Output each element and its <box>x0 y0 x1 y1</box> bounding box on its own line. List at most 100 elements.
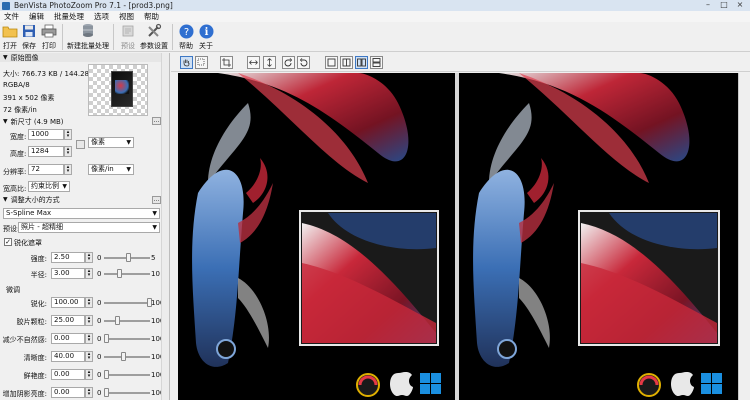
result-preview-pane[interactable] <box>459 73 738 400</box>
slider-value-input[interactable]: 40.00 <box>51 351 85 362</box>
slider-track[interactable] <box>104 320 150 322</box>
original-preview-pane[interactable] <box>178 73 455 400</box>
about-button[interactable]: i 关于 <box>196 22 216 52</box>
menu-batch[interactable]: 批量处理 <box>54 11 84 22</box>
unsharp-mask-label: 锐化遮罩 <box>14 239 42 247</box>
original-image-header[interactable]: ▼ 原始图像 <box>0 53 161 62</box>
crop-tool-button[interactable] <box>220 56 233 69</box>
slider-value-input[interactable]: 100.00 <box>51 297 85 308</box>
split-view-icon <box>342 58 351 67</box>
open-button[interactable]: 打开 <box>1 22 19 52</box>
rotate-left-button[interactable] <box>282 56 295 69</box>
resize-method-dropdown[interactable]: S-Spline Max ▼ <box>3 208 160 219</box>
slider-value-input[interactable]: 25.00 <box>51 315 85 326</box>
more-button[interactable]: ... <box>152 117 161 125</box>
hand-tool-button[interactable] <box>180 56 193 69</box>
slider-label: 清晰度: <box>23 354 47 362</box>
settings-button[interactable]: 参数设置 <box>139 22 169 52</box>
maximize-button[interactable]: □ <box>716 0 732 11</box>
print-button[interactable]: 打印 <box>39 22 59 52</box>
presets-button[interactable]: 预设 <box>117 22 139 52</box>
menu-edit[interactable]: 编辑 <box>29 11 44 22</box>
printer-icon <box>40 23 58 39</box>
slider-track[interactable] <box>104 356 150 358</box>
slider-thumb[interactable] <box>114 316 120 325</box>
help-button[interactable]: ? 帮助 <box>176 22 196 52</box>
help-icon: ? <box>177 23 195 39</box>
slider-thumb[interactable] <box>104 388 109 397</box>
new-batch-button[interactable]: 新建批量处理 <box>66 22 110 52</box>
width-input[interactable]: 1000 <box>28 129 64 140</box>
slider-spinner[interactable]: ▴ ▾ <box>85 297 93 308</box>
betta-fish-image <box>192 73 441 397</box>
more-button[interactable]: ... <box>152 196 161 204</box>
slider-value-input[interactable]: 2.50 <box>51 252 85 263</box>
title-bar: BenVista PhotoZoom Pro 7.1 - [prod3.png]… <box>0 0 750 11</box>
slider-min-label: 0 <box>97 353 102 361</box>
aspect-ratio-dropdown[interactable]: 约束比例 ▼ <box>28 181 70 192</box>
slider-track[interactable] <box>104 302 150 304</box>
resolution-input[interactable]: 72 <box>28 164 64 175</box>
slider-track[interactable] <box>104 392 150 394</box>
slider-min-label: 0 <box>97 389 102 397</box>
slider-spinner[interactable]: ▴ ▾ <box>85 268 93 279</box>
slider-value-input[interactable]: 0.00 <box>51 369 85 380</box>
new-size-header[interactable]: ▼ 新尺寸 (4.9 MB) <box>0 117 150 126</box>
slider-spinner[interactable]: ▴ ▾ <box>85 387 93 398</box>
resize-method-header[interactable]: ▼ 调整大小的方式 <box>0 195 150 204</box>
slider-spinner[interactable]: ▴ ▾ <box>85 315 93 326</box>
menu-file[interactable]: 文件 <box>4 11 19 22</box>
slider-value-input[interactable]: 3.00 <box>51 268 85 279</box>
toolbar-separator <box>62 24 63 50</box>
slider-thumb[interactable] <box>116 269 122 278</box>
save-button[interactable]: 保存 <box>19 22 39 52</box>
side-by-side-view-button[interactable] <box>355 56 368 69</box>
vertical-arrows-icon <box>267 58 272 67</box>
resolution-spinner[interactable]: ▴ ▾ <box>64 164 72 175</box>
save-disk-icon <box>20 23 38 39</box>
slider-track[interactable] <box>104 273 150 275</box>
height-input[interactable]: 1284 <box>28 146 64 157</box>
product-box-image <box>111 71 133 107</box>
slider-thumb[interactable] <box>104 334 109 343</box>
single-view-button[interactable] <box>325 56 338 69</box>
slider-spinner[interactable]: ▴ ▾ <box>85 333 93 344</box>
preview-scrollbar[interactable] <box>738 73 750 400</box>
sidebar-scrollbar[interactable] <box>161 53 169 400</box>
size-unit-dropdown[interactable]: 像素 ▼ <box>88 137 134 148</box>
zoom-tool-button[interactable] <box>195 56 208 69</box>
menu-help[interactable]: 帮助 <box>144 11 159 22</box>
slider-thumb[interactable] <box>125 253 131 262</box>
info-icon: i <box>197 23 215 39</box>
slider-thumb[interactable] <box>104 370 109 379</box>
chevron-down-icon: ▼ <box>126 139 131 146</box>
fit-width-button[interactable] <box>247 56 260 69</box>
slider-track[interactable] <box>104 374 150 376</box>
slider-value-input[interactable]: 0.00 <box>51 333 85 344</box>
slider-value-input[interactable]: 0.00 <box>51 387 85 398</box>
preset-dropdown[interactable]: 照片 - 超精细 ▼ <box>18 222 160 233</box>
stacked-view-button[interactable] <box>370 56 383 69</box>
unsharp-mask-checkbox[interactable]: ✓ <box>4 238 12 246</box>
menu-view[interactable]: 视图 <box>119 11 134 22</box>
slider-label: 鲜艳度: <box>23 372 47 380</box>
slider-min-label: 0 <box>97 371 102 379</box>
fit-height-button[interactable] <box>263 56 276 69</box>
rotate-right-button[interactable] <box>297 56 310 69</box>
slider-thumb[interactable] <box>121 352 127 361</box>
minimize-button[interactable]: – <box>700 0 716 11</box>
height-spinner[interactable]: ▴ ▾ <box>64 146 72 157</box>
slider-spinner[interactable]: ▴ ▾ <box>85 351 93 362</box>
menu-options[interactable]: 选项 <box>94 11 109 22</box>
slider-spinner[interactable]: ▴ ▾ <box>85 252 93 263</box>
stacked-view-icon <box>372 58 381 67</box>
split-view-button[interactable] <box>340 56 353 69</box>
resolution-unit-dropdown[interactable]: 像素/in ▼ <box>88 164 134 175</box>
width-spinner[interactable]: ▴ ▾ <box>64 129 72 140</box>
toolbar-separator <box>113 24 114 50</box>
zoom-inset <box>299 210 439 346</box>
slider-track[interactable] <box>104 338 150 340</box>
slider-spinner[interactable]: ▴ ▾ <box>85 369 93 380</box>
close-button[interactable]: × <box>732 0 748 11</box>
aspect-link-icon[interactable] <box>76 140 85 149</box>
